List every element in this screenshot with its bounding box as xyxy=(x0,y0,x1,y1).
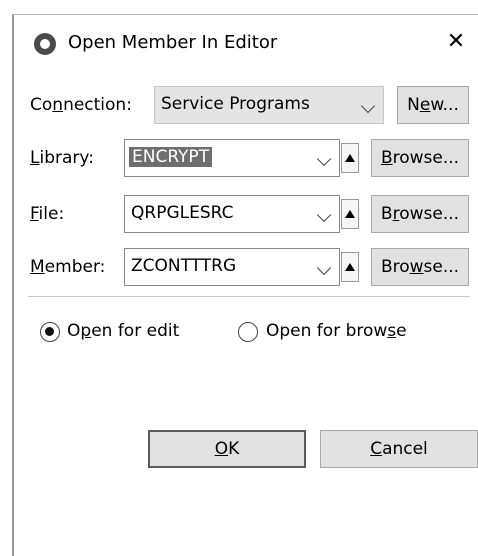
dialog-title: Open Member In Editor xyxy=(68,32,278,53)
close-icon: ✕ xyxy=(446,29,466,54)
connection-value: Service Programs xyxy=(161,94,310,114)
app-icon xyxy=(34,33,56,55)
close-button[interactable]: ✕ xyxy=(442,28,470,56)
chevron-down-icon xyxy=(316,207,332,223)
library-up-button[interactable] xyxy=(341,143,359,173)
file-combo[interactable]: QRPGLESRC xyxy=(124,195,340,233)
open-for-edit-radio[interactable] xyxy=(40,322,60,342)
new-connection-button[interactable]: New... xyxy=(397,86,469,124)
ok-button[interactable]: OK xyxy=(148,430,306,468)
member-up-button[interactable] xyxy=(341,252,359,282)
open-for-browse-radio[interactable] xyxy=(238,322,258,342)
library-browse-button[interactable]: Browse... xyxy=(371,139,469,177)
member-browse-button[interactable]: Browse... xyxy=(371,248,469,286)
library-value: ENCRYPT xyxy=(129,147,213,167)
arrow-up-icon xyxy=(345,263,355,271)
file-label: File: xyxy=(30,204,65,224)
connection-label: Connection: xyxy=(30,95,132,115)
open-for-edit-label[interactable]: Open for edit xyxy=(67,321,179,341)
open-for-browse-label[interactable]: Open for browse xyxy=(266,321,407,341)
chevron-down-icon xyxy=(360,98,376,114)
member-value: ZCONTTTRG xyxy=(131,256,237,276)
chevron-down-icon xyxy=(316,260,332,276)
cancel-button[interactable]: Cancel xyxy=(320,430,478,468)
member-combo[interactable]: ZCONTTTRG xyxy=(124,248,340,286)
file-value: QRPGLESRC xyxy=(131,203,234,223)
connection-select[interactable]: Service Programs xyxy=(154,86,384,124)
chevron-down-icon xyxy=(316,151,332,167)
file-up-button[interactable] xyxy=(341,199,359,229)
member-label: Member: xyxy=(30,257,106,277)
library-label: Library: xyxy=(30,148,94,168)
title-bar: Open Member In Editor ✕ xyxy=(14,15,478,75)
arrow-up-icon xyxy=(345,154,355,162)
arrow-up-icon xyxy=(345,210,355,218)
file-browse-button[interactable]: Browse... xyxy=(371,195,469,233)
separator xyxy=(28,296,470,297)
library-combo[interactable]: ENCRYPT xyxy=(124,139,340,177)
open-member-dialog: Open Member In Editor ✕ Connection: Serv… xyxy=(12,14,478,556)
